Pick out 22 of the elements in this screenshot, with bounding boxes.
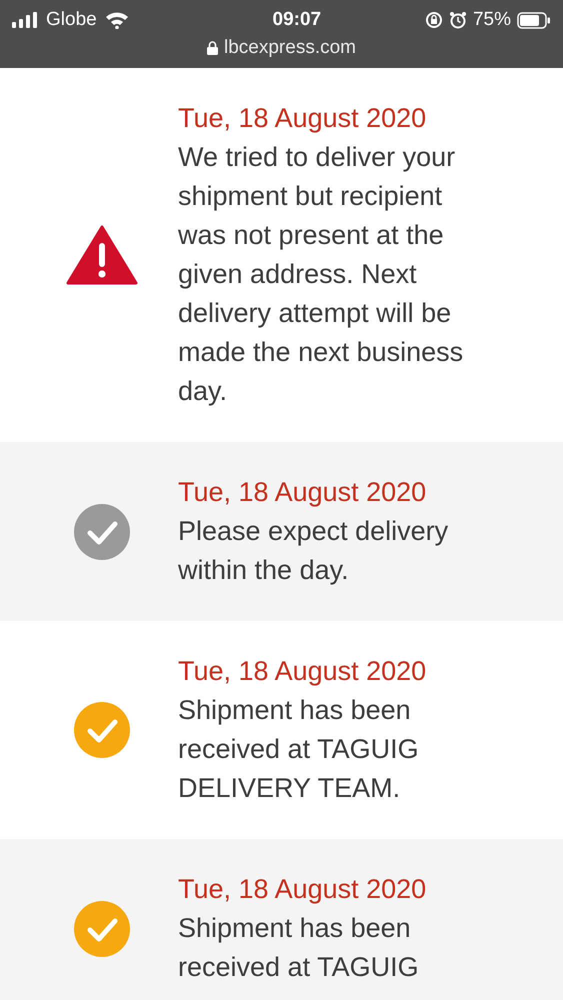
battery-percent: 75%: [472, 8, 511, 32]
lock-icon: [207, 41, 218, 55]
page-url[interactable]: lbcexpress.com: [224, 34, 356, 62]
warning-icon: [66, 225, 138, 285]
check-circle-icon: [74, 702, 130, 758]
event-date: Tue, 18 August 2020: [178, 873, 428, 906]
event-message: Shipment has been received at TAGUIG DELIVERY TEAM.: [178, 694, 420, 805]
check-circle-icon: [74, 504, 130, 560]
event-message: We tried to deliver your shipment but recipient was not present at the given address. Next delivery attempt will be made the next business day.: [178, 141, 464, 408]
clock-time: 09:07: [272, 8, 322, 32]
event-message: Shipment has been received at TAGUIG: [178, 912, 420, 984]
alarm-icon: [448, 11, 467, 29]
rotation-lock-icon: [424, 11, 443, 29]
event-date: Tue, 18 August 2020: [178, 655, 428, 688]
carrier-name: Globe: [46, 8, 97, 32]
event-date: Tue, 18 August 2020: [178, 102, 428, 135]
signal-icon: [12, 12, 38, 28]
wifi-icon: [104, 11, 129, 29]
event-date: Tue, 18 August 2020: [178, 476, 428, 509]
event-message: Please expect delivery within the day.: [178, 515, 450, 587]
battery-icon: [517, 12, 551, 28]
check-circle-icon: [74, 900, 130, 956]
